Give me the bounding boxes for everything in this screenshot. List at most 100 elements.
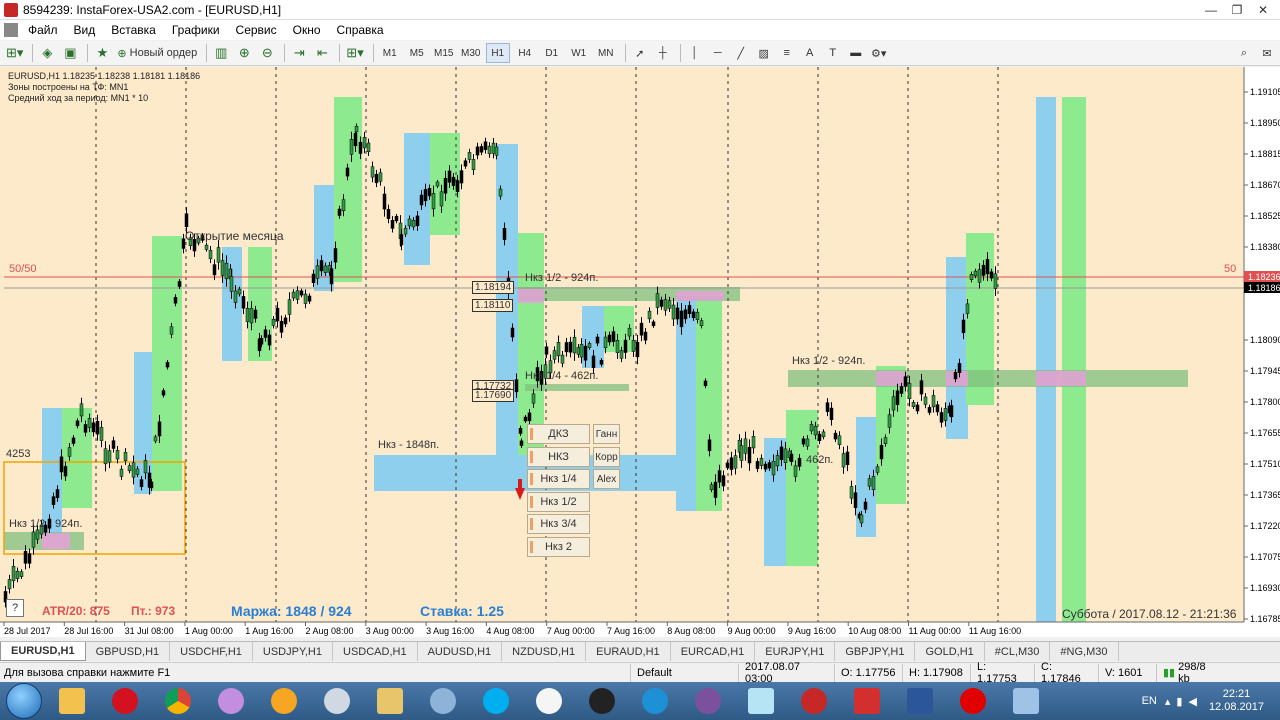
chart-shift-icon[interactable]: ⇥ [289, 43, 309, 63]
tab-eurcad[interactable]: EURCAD,H1 [671, 642, 756, 661]
tab-usdchf[interactable]: USDCHF,H1 [170, 642, 253, 661]
menu-view[interactable]: Вид [66, 23, 104, 37]
weather-icon[interactable] [262, 684, 306, 718]
chrome-icon[interactable] [156, 684, 200, 718]
fibo-icon[interactable]: ≡ [777, 43, 797, 63]
timeframe-m30[interactable]: M30 [459, 43, 483, 63]
navigator-icon[interactable]: ▣ [60, 43, 80, 63]
candle-body-87 [341, 199, 346, 211]
tab-cl[interactable]: #CL,M30 [985, 642, 1051, 661]
chart-window-icon[interactable] [4, 23, 18, 37]
crosshair-icon[interactable]: ┼ [653, 43, 673, 63]
notes-icon[interactable] [739, 684, 783, 718]
nkz-two-button[interactable]: Нкз 2 [527, 537, 590, 557]
gann-button[interactable]: Ганн [593, 424, 620, 444]
timeframe-d1[interactable]: D1 [540, 43, 564, 63]
nkz-three-quarter-button[interactable]: Нкз 3/4 [527, 514, 590, 534]
trendline-icon[interactable]: ╱ [731, 43, 751, 63]
minimize-button[interactable]: — [1198, 0, 1224, 20]
chart-canvas[interactable]: 1.19105 1.18950 1.18815 1.18670 1.18525 1.183… [0, 67, 1280, 637]
tab-eurjpy[interactable]: EURJPY,H1 [755, 642, 836, 661]
new-chart-icon[interactable]: ⊞▾ [4, 43, 25, 63]
chart-area[interactable]: 1.19105 1.18950 1.18815 1.18670 1.18525 1.183… [0, 67, 1280, 637]
search-icon[interactable]: ⌕ [1234, 43, 1254, 63]
timeframe-m15[interactable]: M15 [432, 43, 456, 63]
menu-window[interactable]: Окно [285, 23, 329, 37]
help-button[interactable]: ? [6, 599, 24, 617]
chat-icon[interactable]: ✉ [1257, 43, 1277, 63]
cursor-icon[interactable]: ➚ [630, 43, 650, 63]
timeframe-h1[interactable]: H1 [485, 43, 510, 63]
start-button[interactable] [6, 683, 42, 719]
label-icon[interactable]: T [823, 43, 843, 63]
zoom-out-icon[interactable]: ⊖ [257, 43, 277, 63]
nkz-button[interactable]: НКЗ [527, 447, 590, 467]
menu-tools[interactable]: Сервис [228, 23, 285, 37]
language-indicator[interactable]: EN [1142, 695, 1157, 707]
metatrader-icon[interactable] [792, 684, 836, 718]
horizontal-line-icon[interactable]: ─ [708, 43, 728, 63]
paint-icon[interactable] [527, 684, 571, 718]
tab-usdjpy[interactable]: USDJPY,H1 [253, 642, 333, 661]
market-watch-icon[interactable]: ◈ [37, 43, 57, 63]
security-icon[interactable] [315, 684, 359, 718]
menu-charts[interactable]: Графики [164, 23, 228, 37]
akd-icon[interactable] [845, 684, 889, 718]
spy-icon[interactable] [580, 684, 624, 718]
corr-button[interactable]: Корр [593, 447, 620, 467]
menu-help[interactable]: Справка [329, 23, 392, 37]
tab-eurusd[interactable]: EURUSD,H1 [0, 642, 86, 661]
tab-gbpusd[interactable]: GBPUSD,H1 [86, 642, 171, 661]
new-order-button[interactable]: ⊕ Новый ордер [115, 43, 199, 63]
menu-file[interactable]: Файл [20, 23, 66, 37]
nkz-quarter-button[interactable]: Нкз 1/4 [527, 469, 590, 489]
clock[interactable]: 22:21 12.08.2017 [1209, 688, 1264, 714]
tab-usdcad[interactable]: USDCAD,H1 [333, 642, 418, 661]
timeframe-h4[interactable]: H4 [513, 43, 537, 63]
viber-icon[interactable] [686, 684, 730, 718]
restore-button[interactable]: ❐ [1224, 0, 1250, 20]
timeframe-w1[interactable]: W1 [567, 43, 591, 63]
timeframe-m5[interactable]: M5 [405, 43, 429, 63]
explorer-icon[interactable] [50, 684, 94, 718]
record-icon[interactable] [951, 684, 995, 718]
zoom-in-icon[interactable]: ⊕ [234, 43, 254, 63]
dkz-button[interactable]: ДКЗ [527, 424, 590, 444]
time-label-4: 1 Aug 16:00 [245, 626, 293, 636]
tray-arrow-icon[interactable]: ▴ [1165, 695, 1171, 708]
alex-button[interactable]: Alex [593, 469, 620, 489]
browser-icon[interactable] [633, 684, 677, 718]
word-icon[interactable] [898, 684, 942, 718]
tab-euraud[interactable]: EURAUD,H1 [586, 642, 671, 661]
tab-gold[interactable]: GOLD,H1 [915, 642, 985, 661]
folder-icon[interactable]: ★ [92, 43, 112, 63]
tab-audusd[interactable]: AUDUSD,H1 [418, 642, 503, 661]
candle-body-51 [204, 244, 209, 250]
indicators-icon[interactable]: ⊞▾ [344, 43, 365, 63]
price-label-14: 1.17220 [1250, 521, 1280, 531]
rectangle-icon[interactable]: ▬ [846, 43, 866, 63]
feather-icon[interactable] [209, 684, 253, 718]
timeframe-m1[interactable]: M1 [378, 43, 402, 63]
opera-icon[interactable] [103, 684, 147, 718]
window-app-icon[interactable] [1004, 684, 1048, 718]
tab-gbpjpy[interactable]: GBPJPY,H1 [835, 642, 916, 661]
nkz-half-button[interactable]: Нкз 1/2 [527, 492, 590, 512]
volume-icon[interactable]: ◀ [1188, 695, 1196, 708]
close-button[interactable]: ✕ [1250, 0, 1276, 20]
timeframe-mn[interactable]: MN [594, 43, 618, 63]
bar-chart-icon[interactable]: ▥ [211, 43, 231, 63]
menu-insert[interactable]: Вставка [103, 23, 164, 37]
qb-icon[interactable] [421, 684, 465, 718]
autoscroll-icon[interactable]: ⇤ [312, 43, 332, 63]
tab-nzdusd[interactable]: NZDUSD,H1 [502, 642, 587, 661]
network-icon[interactable]: ▮ [1176, 695, 1182, 708]
vertical-line-icon[interactable]: │ [685, 43, 705, 63]
tab-ng[interactable]: #NG,M30 [1050, 642, 1119, 661]
channel-icon[interactable]: ▨ [754, 43, 774, 63]
shapes-dropdown-icon[interactable]: ⚙▾ [869, 43, 889, 63]
folder-app-icon[interactable] [368, 684, 412, 718]
skype-icon[interactable] [474, 684, 518, 718]
candle-body-242 [939, 412, 944, 423]
text-icon[interactable]: A [800, 43, 820, 63]
